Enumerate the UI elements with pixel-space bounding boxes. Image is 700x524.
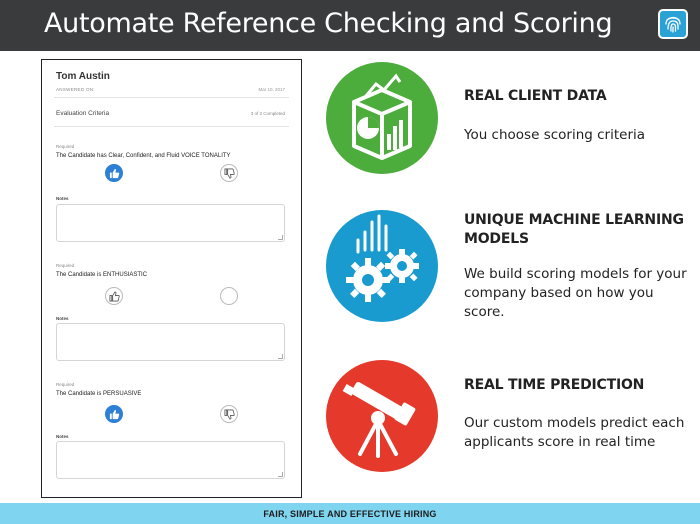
feature-real-time-prediction: REAL TIME PREDICTION Our custom models p… [326,360,696,490]
thumbs-up-button[interactable] [105,287,123,305]
thumbs-up-button[interactable] [105,405,123,423]
footer-banner: FAIR, SIMPLE AND EFFECTIVE HIRING [0,503,700,524]
candidate-name: Tom Austin [56,71,110,82]
completion-status: 3 of 3 Completed [250,111,285,116]
thumbs-down-button[interactable] [220,287,238,305]
required-label: Required [56,144,75,149]
reference-form-preview: Tom Austin ANSWERED ON: Mar 10, 2017 Eva… [41,59,302,498]
question-item: Required The Candidate is PERSUASIVE Not… [56,382,288,492]
feature-description: You choose scoring criteria [464,127,646,143]
feature-real-client-data: REAL CLIENT DATA You choose scoring crit… [326,62,696,176]
thumbs-up-button[interactable] [105,164,123,182]
answered-date: Mar 10, 2017 [258,87,285,92]
divider [54,126,289,127]
thumbs-down-button[interactable] [220,164,238,182]
question-text: The Candidate is PERSUASIVE [56,391,142,397]
feature-heading: UNIQUE MACHINE LEARNING MODELS [464,212,684,247]
feature-description: We build scoring models for your company… [464,266,687,320]
analytics-charts-icon [326,62,438,174]
notes-textarea[interactable] [56,441,285,479]
resize-handle[interactable] [278,354,283,359]
question-item: Required The Candidate is ENTHUSIASTIC N… [56,263,288,373]
notes-label: Notes [56,196,69,201]
notes-textarea[interactable] [56,204,285,242]
question-text: The Candidate has Clear, Confident, and … [56,153,231,159]
fingerprint-icon [658,9,688,39]
question-item: Required The Candidate has Clear, Confid… [56,144,288,254]
resize-handle[interactable] [278,472,283,477]
feature-heading: REAL TIME PREDICTION [464,377,645,393]
thumbs-down-icon [224,291,235,302]
divider [54,97,289,98]
answered-on-label: ANSWERED ON: [56,87,95,92]
header-bar: Automate Reference Checking and Scoring [0,0,700,51]
notes-label: Notes [56,316,69,321]
feature-machine-learning: UNIQUE MACHINE LEARNING MODELS We build … [326,210,696,340]
thumbs-up-icon [109,291,120,302]
thumbs-up-icon [109,409,120,420]
page-title: Automate Reference Checking and Scoring [44,8,613,39]
question-text: The Candidate is ENTHUSIASTIC [56,272,148,278]
telescope-icon [326,360,438,472]
required-label: Required [56,382,75,387]
thumbs-up-icon [109,168,120,179]
notes-label: Notes [56,434,69,439]
evaluation-criteria-label: Evaluation Criteria [56,110,110,117]
thumbs-down-icon [224,168,235,179]
gears-icon [326,210,438,322]
thumbs-down-button[interactable] [220,405,238,423]
footer-tagline: FAIR, SIMPLE AND EFFECTIVE HIRING [263,509,437,519]
required-label: Required [56,263,75,268]
thumbs-down-icon [224,409,235,420]
feature-heading: REAL CLIENT DATA [464,88,607,104]
resize-handle[interactable] [278,235,283,240]
feature-description: Our custom models predict each applicant… [464,415,685,450]
notes-textarea[interactable] [56,323,285,361]
